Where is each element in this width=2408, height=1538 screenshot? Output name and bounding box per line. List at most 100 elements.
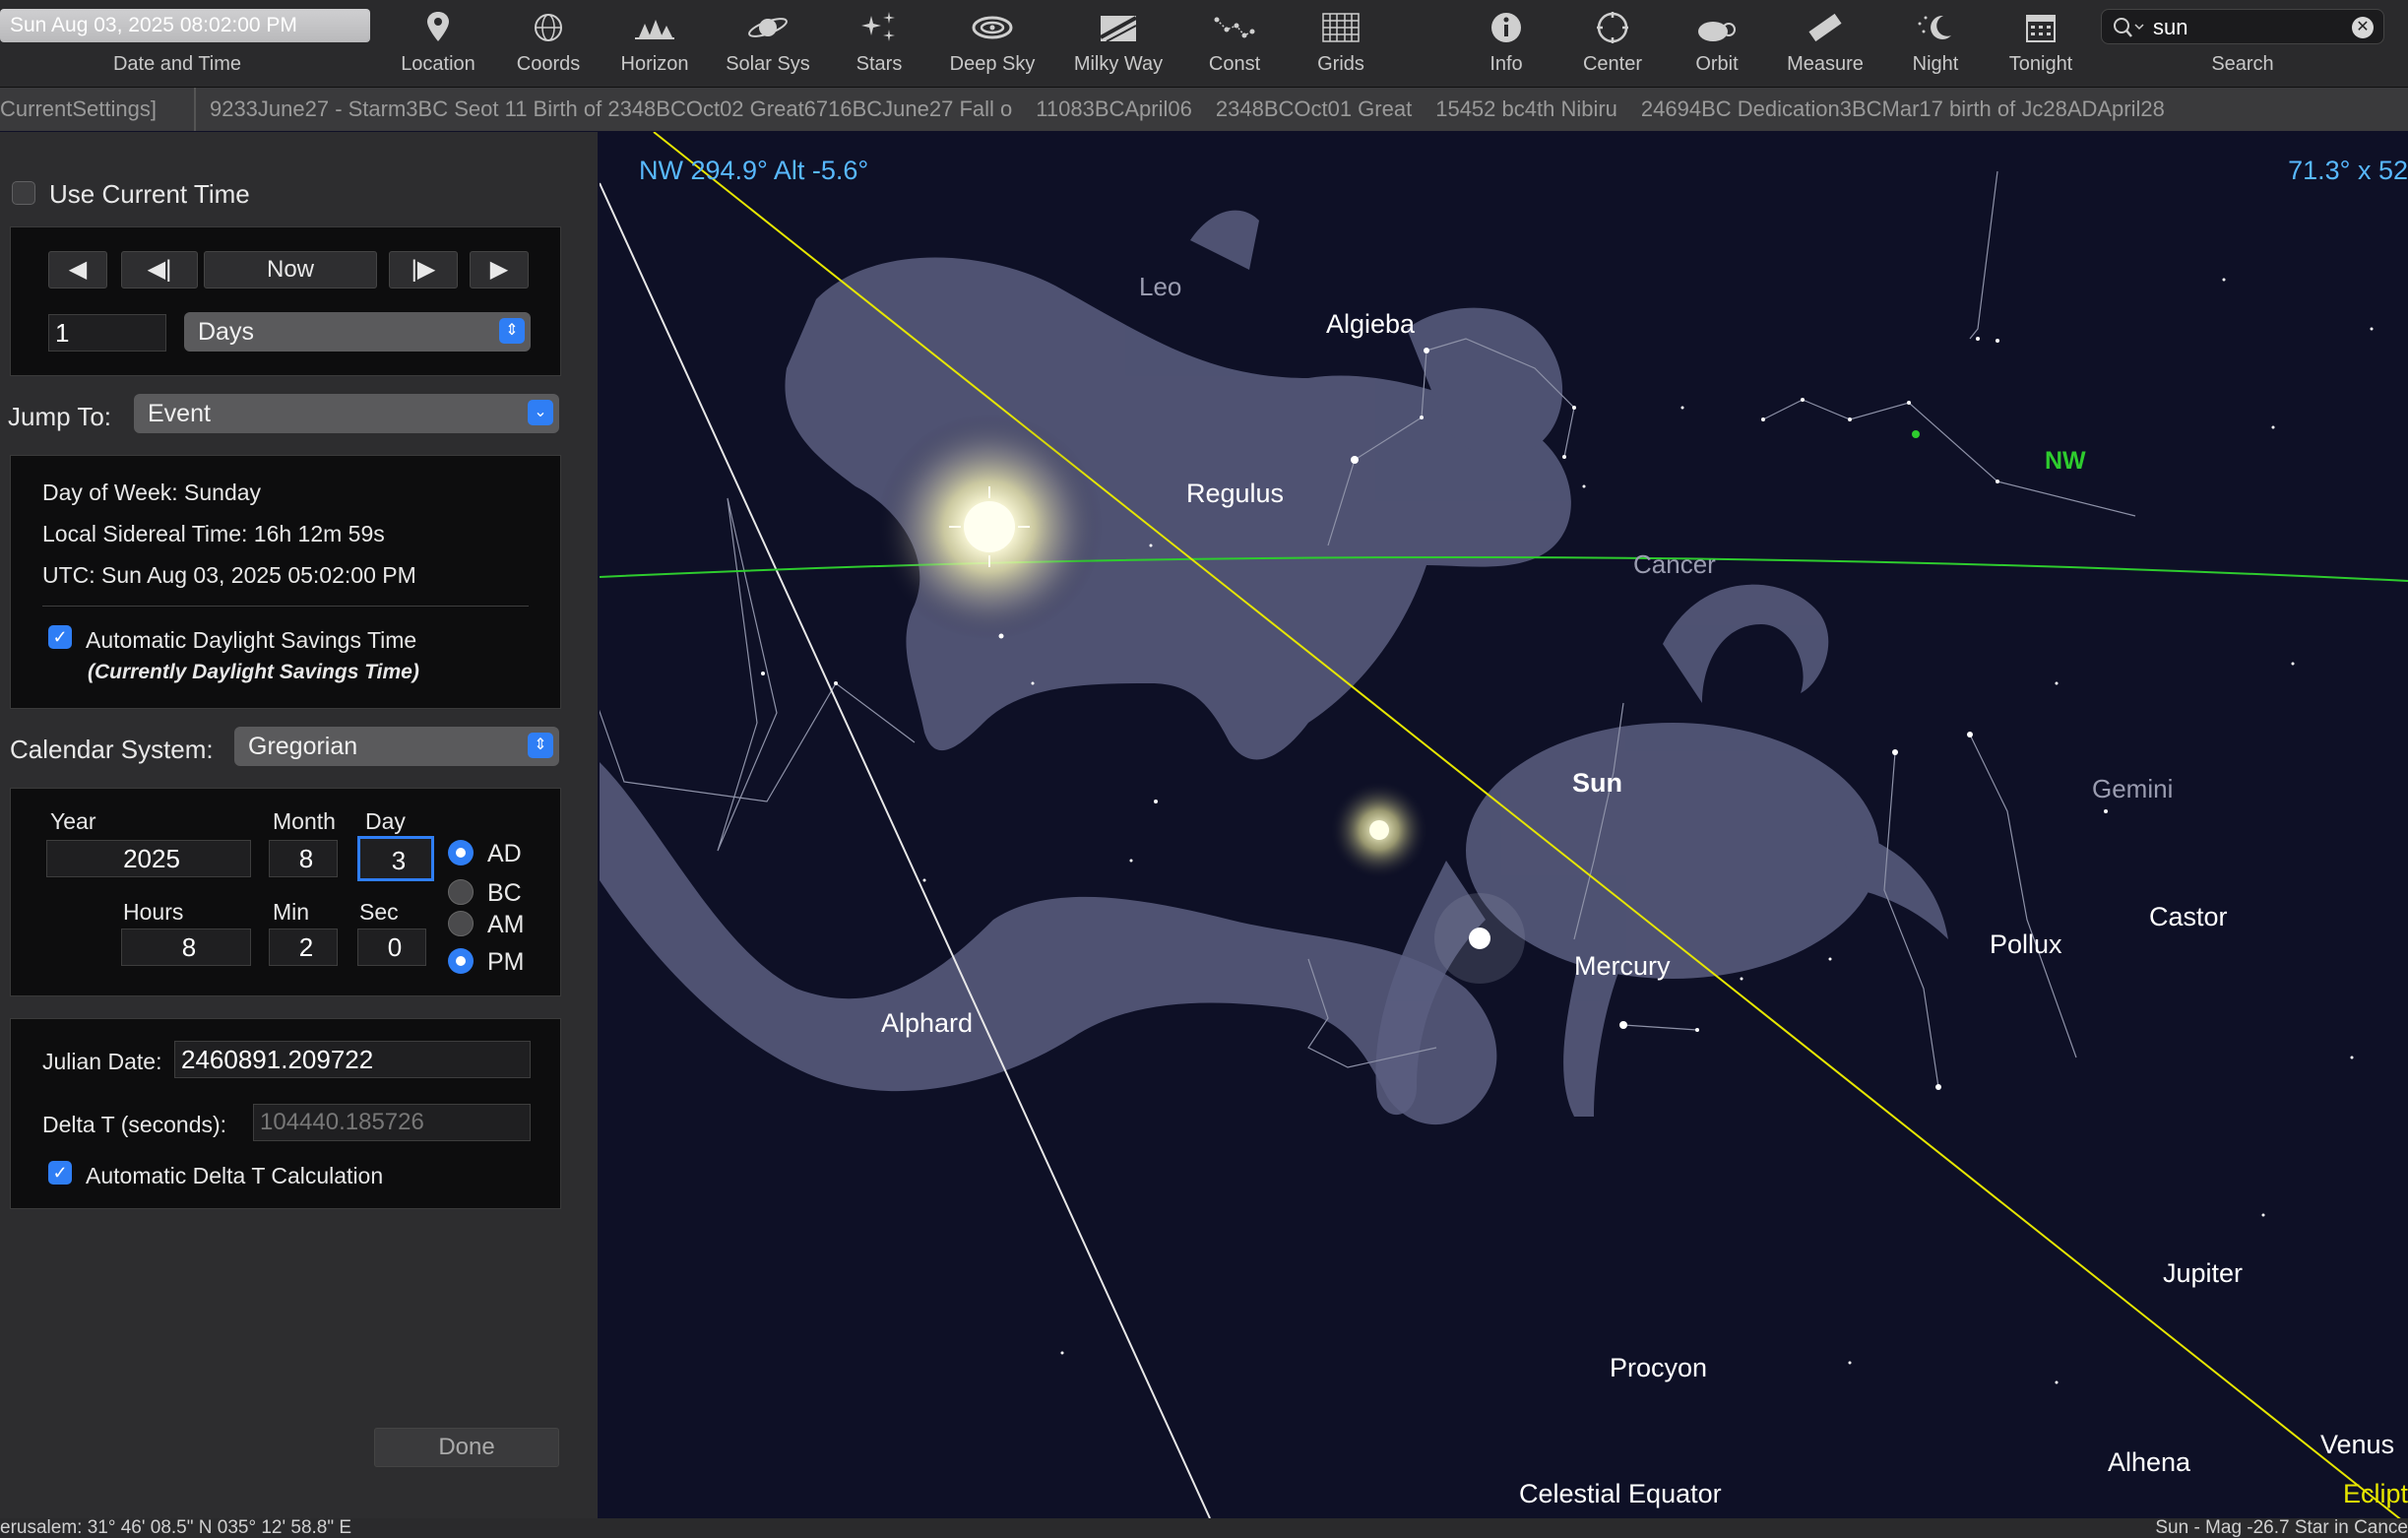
coords-icon[interactable] [527, 8, 570, 47]
toolbar-grids-label[interactable]: Grids [1317, 53, 1364, 76]
algieba-label[interactable]: Algieba [1326, 309, 1415, 340]
toolbar-horizon-label[interactable]: Horizon [621, 53, 689, 76]
jupiter-label[interactable]: Jupiter [2163, 1258, 2243, 1289]
solar-system-icon[interactable] [746, 8, 790, 47]
milky-way-icon[interactable] [1097, 8, 1140, 47]
min-field[interactable]: 2 [269, 929, 338, 966]
step-unit-select[interactable]: Days ⇕ [184, 312, 531, 352]
use-current-time-checkbox[interactable] [12, 181, 35, 205]
object-status: Sun - Mag -26.7 Star in Cance [2155, 1518, 2408, 1538]
venus-dot [1469, 928, 1490, 949]
toolbar-stars-label[interactable]: Stars [856, 53, 903, 76]
pollux-label[interactable]: Pollux [1990, 929, 2062, 960]
deep-sky-icon[interactable] [971, 8, 1014, 47]
step-forward-fast-button[interactable]: ▶ [470, 251, 529, 288]
toolbar-location-label[interactable]: Location [401, 53, 475, 76]
done-button[interactable]: Done [374, 1428, 559, 1467]
center-icon[interactable] [1591, 8, 1634, 47]
step-unit-value: Days [198, 318, 254, 346]
clear-search-icon[interactable]: ✕ [2352, 17, 2374, 38]
auto-dst-checkbox[interactable]: ✓ [48, 625, 72, 649]
tonight-calendar-icon[interactable] [2019, 8, 2062, 47]
info-icon[interactable] [1485, 8, 1528, 47]
saved-setting-item[interactable]: 9233June27 - Starm3BC Seot 11 Birth of 2… [210, 96, 1012, 121]
utc-time-text: UTC: Sun Aug 03, 2025 05:02:00 PM [42, 562, 416, 588]
saved-setting-item[interactable]: 24694BC Dedication3BCMar17 birth of Jc28… [1641, 96, 2165, 121]
sky-canvas[interactable] [600, 132, 2408, 1518]
auto-delta-t-checkbox[interactable]: ✓ [48, 1161, 72, 1185]
venus-label[interactable]: Venus [2320, 1430, 2394, 1460]
min-label: Min [273, 899, 310, 925]
search-box[interactable]: ✕ [2101, 9, 2384, 44]
saved-setting-item[interactable]: 2348BCOct01 Great [1216, 96, 1412, 121]
bc-radio[interactable] [448, 879, 474, 905]
toolbar-const-label[interactable]: Const [1209, 53, 1260, 76]
toolbar-center-label[interactable]: Center [1583, 53, 1642, 76]
julian-date-field[interactable]: 2460891.209722 [174, 1041, 531, 1078]
saved-setting-item[interactable]: 15452 bc4th Nibiru [1435, 96, 1617, 121]
leo-label[interactable]: Leo [1139, 272, 1181, 302]
ad-radio[interactable] [448, 840, 474, 865]
date-time-label: Date and Time [112, 53, 242, 75]
alhena-label[interactable]: Alhena [2108, 1447, 2190, 1478]
toolbar: Sun Aug 03, 2025 08:02:00 PM Date and Ti… [0, 0, 2408, 88]
delta-t-label: Delta T (seconds): [42, 1112, 227, 1137]
mercury-label[interactable]: Mercury [1574, 951, 1671, 982]
status-bar: erusalem: 31° 46' 08.5" N 035° 12' 58.8"… [0, 1518, 2408, 1538]
calendar-system-select[interactable]: Gregorian ⇕ [234, 727, 559, 766]
gemini-label[interactable]: Gemini [2092, 774, 2173, 804]
saved-setting-item[interactable]: 11083BCApril06 [1036, 96, 1192, 121]
regulus-label[interactable]: Regulus [1186, 479, 1284, 509]
sidereal-time-text: Local Sidereal Time: 16h 12m 59s [42, 521, 385, 546]
location-icon[interactable] [416, 8, 460, 47]
use-current-time-label: Use Current Time [49, 179, 250, 209]
toolbar-info-label[interactable]: Info [1489, 53, 1522, 76]
jump-to-select[interactable]: Event ⌄ [134, 394, 559, 433]
now-button[interactable]: Now [204, 251, 377, 288]
horizon-icon[interactable] [633, 8, 676, 47]
date-time-display[interactable]: Sun Aug 03, 2025 08:02:00 PM [0, 9, 370, 42]
am-radio[interactable] [448, 911, 474, 936]
day-of-week-text: Day of Week: Sunday [42, 480, 262, 505]
julian-date-well: Julian Date: 2460891.209722 Delta T (sec… [10, 1018, 561, 1209]
procyon-label[interactable]: Procyon [1610, 1353, 1707, 1383]
pm-radio[interactable] [448, 948, 474, 974]
constellation-icon[interactable] [1213, 8, 1256, 47]
toolbar-orbit-label[interactable]: Orbit [1695, 53, 1738, 76]
measure-icon[interactable] [1804, 8, 1847, 47]
step-amount-field[interactable]: 1 [48, 314, 166, 352]
stars-icon[interactable] [857, 8, 901, 47]
hours-field[interactable]: 8 [121, 929, 251, 966]
toolbar-solar-sys-label[interactable]: Solar Sys [726, 53, 810, 76]
sun-label[interactable]: Sun [1572, 768, 1622, 799]
calendar-system-value: Gregorian [248, 733, 358, 760]
toolbar-deep-sky-label[interactable]: Deep Sky [950, 53, 1036, 76]
orbit-icon[interactable] [1695, 8, 1739, 47]
step-back-fast-button[interactable]: ◀ [48, 251, 107, 288]
northwest-direction-label: NW [2045, 447, 2086, 475]
toolbar-measure-label[interactable]: Measure [1787, 53, 1864, 76]
alphard-label[interactable]: Alphard [881, 1008, 973, 1039]
toolbar-tonight-label[interactable]: Tonight [2009, 53, 2073, 76]
search-input[interactable] [2151, 12, 2342, 43]
sec-field[interactable]: 0 [357, 929, 426, 966]
chevron-down-icon: ⌄ [528, 400, 553, 425]
sky-chart[interactable]: NW 294.9° Alt -5.6° 71.3° x 52 W NW Leo … [600, 132, 2408, 1518]
toolbar-milky-way-label[interactable]: Milky Way [1074, 53, 1163, 76]
toolbar-coords-label[interactable]: Coords [517, 53, 580, 76]
bc-label: BC [487, 879, 522, 907]
night-moon-icon[interactable] [1914, 8, 1957, 47]
jump-to-label: Jump To: [8, 402, 112, 431]
field-of-view-readout: 71.3° x 52 [2288, 156, 2408, 185]
mercury-dot [998, 633, 1004, 639]
grids-icon[interactable] [1319, 8, 1362, 47]
cancer-label[interactable]: Cancer [1633, 549, 1716, 580]
year-field[interactable]: 2025 [46, 840, 251, 877]
day-field[interactable]: 3 [357, 836, 434, 881]
month-field[interactable]: 8 [269, 840, 338, 877]
toolbar-night-label[interactable]: Night [1913, 53, 1959, 76]
castor-label[interactable]: Castor [2149, 902, 2228, 932]
saved-setting-item[interactable]: CurrentSettings] [0, 96, 157, 121]
step-forward-button[interactable]: |▶ [389, 251, 458, 288]
step-back-button[interactable]: ◀| [121, 251, 198, 288]
